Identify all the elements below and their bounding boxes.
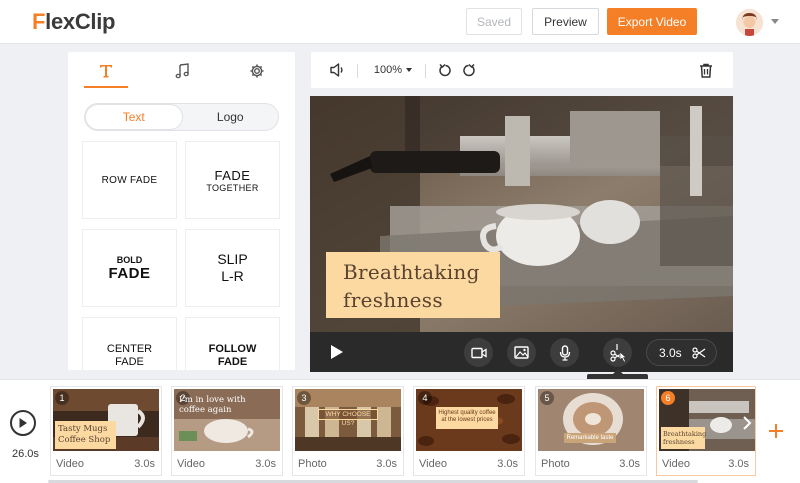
timeline-clip-3[interactable]: 3 WHY CHOOSE US? Photo 3.0s (292, 386, 404, 476)
undo-button[interactable] (435, 52, 455, 88)
export-video-button[interactable]: Export Video (607, 8, 697, 35)
clip-duration-label: 3.0s (659, 345, 682, 360)
split-scissors-icon (609, 343, 627, 362)
delete-button[interactable] (696, 52, 716, 88)
timeline-clip-4[interactable]: 4 Highest quality coffee at the lowest p… (413, 386, 525, 476)
flexclip-logo[interactable]: FlexClip (32, 9, 115, 35)
player-controls: 3.0s (310, 332, 733, 372)
clip-type: Photo (541, 458, 570, 470)
tile-bold-fade[interactable]: BOLD FADE (82, 229, 177, 307)
top-header: FlexClip Saved Preview Export Video (0, 0, 800, 44)
clip-overlay-text: Remarkable taste (564, 433, 616, 443)
add-clip-button[interactable] (767, 422, 785, 440)
music-icon (175, 63, 189, 79)
tile-center-fade[interactable]: CENTER FADE (82, 317, 177, 370)
text-logo-toggle: Text Logo (84, 103, 279, 131)
volume-button[interactable] (327, 52, 349, 88)
timeline: 26.0s 1 Tasty Mugs Coffee Shop Video 3.0… (0, 379, 800, 483)
play-icon (19, 418, 27, 428)
clip-number: 5 (540, 391, 554, 405)
tab-settings[interactable] (219, 52, 295, 90)
play-button[interactable] (330, 344, 344, 365)
timeline-clip-2[interactable]: 2 I'm in love with coffee again Video 3.… (171, 386, 283, 476)
timeline-play-button[interactable] (10, 410, 36, 436)
microphone-icon (559, 344, 570, 361)
clip-number: 3 (297, 391, 311, 405)
plus-icon (769, 424, 783, 438)
avatar-dropdown-icon[interactable] (771, 19, 779, 24)
clip-overlay-text: Breathtaking freshness (661, 427, 706, 449)
saved-button[interactable]: Saved (466, 8, 522, 35)
timeline-clip-1[interactable]: 1 Tasty Mugs Coffee Shop Video 3.0s (50, 386, 162, 476)
settings-icon (250, 64, 264, 78)
toolbar-divider (425, 64, 426, 78)
clip-duration: 3.0s (497, 458, 518, 470)
video-camera-icon (470, 347, 487, 358)
clip-duration: 3.0s (376, 458, 397, 470)
tab-music[interactable] (144, 52, 220, 90)
clip-type: Video (419, 458, 447, 470)
trash-icon (700, 63, 712, 78)
timeline-scroll-right[interactable] (742, 416, 752, 430)
tab-text[interactable] (68, 52, 144, 90)
canvas-toolbar: 100% (311, 52, 733, 88)
record-voice-button[interactable] (550, 338, 579, 367)
clip-type: Video (177, 458, 205, 470)
clip-type: Photo (298, 458, 327, 470)
clip-duration: 3.0s (619, 458, 640, 470)
timeline-clip-6[interactable]: 6 Breathtaking freshness Video 3.0s (656, 386, 756, 476)
add-image-button[interactable] (507, 338, 536, 367)
text-segment-button[interactable]: Text (85, 104, 183, 130)
undo-icon (438, 63, 451, 76)
clip-duration: 3.0s (728, 458, 749, 470)
clip-number: 4 (418, 391, 432, 405)
chevron-right-icon (743, 416, 752, 430)
tile-row-fade[interactable]: ROW FADE (82, 141, 177, 219)
timeline-clip-5[interactable]: 5 Remarkable taste Photo 3.0s (535, 386, 647, 476)
logo-segment-button[interactable]: Logo (183, 104, 279, 130)
caption-line-1: Breathtaking (343, 260, 480, 284)
play-icon (331, 345, 343, 359)
user-avatar[interactable] (736, 9, 763, 36)
tile-follow-fade[interactable]: FOLLOW FADE (185, 317, 280, 370)
clip-overlay-text: Highest quality coffee at the lowest pri… (436, 407, 498, 429)
caption-line-2: freshness (343, 288, 443, 312)
clip-type: Video (56, 458, 84, 470)
caption-text-box[interactable]: Breathtaking freshness (326, 252, 500, 318)
text-icon (99, 65, 112, 78)
clip-duration-control[interactable]: 3.0s (646, 339, 717, 366)
avatar-icon (736, 9, 763, 36)
panel-tabs (68, 52, 295, 90)
chevron-down-icon (406, 68, 413, 72)
redo-button[interactable] (458, 52, 478, 88)
clip-overlay-text: Tasty Mugs Coffee Shop (55, 421, 116, 449)
video-preview-stage[interactable]: Breathtaking freshness (310, 96, 733, 332)
scissors-icon (692, 346, 706, 359)
tile-slip-lr[interactable]: SLIP L-R (185, 229, 280, 307)
clip-overlay-text: WHY CHOOSE US? (318, 409, 378, 427)
zoom-dropdown[interactable]: 100% (369, 52, 417, 88)
total-duration: 26.0s (12, 448, 39, 460)
clip-duration: 3.0s (134, 458, 155, 470)
preview-button[interactable]: Preview (532, 8, 599, 35)
redo-icon (462, 63, 475, 76)
volume-icon (330, 63, 343, 77)
toolbar-divider (357, 64, 358, 78)
text-panel: Text Logo ROW FADE FADE TOGETHER BOLD FA… (68, 52, 295, 370)
tile-fade-together[interactable]: FADE TOGETHER (185, 141, 280, 219)
clip-duration: 3.0s (255, 458, 276, 470)
clip-number: 6 (661, 391, 675, 405)
split-video-button[interactable] (603, 338, 632, 367)
image-icon (514, 346, 529, 359)
clip-type: Video (662, 458, 690, 470)
clip-number: 1 (55, 391, 69, 405)
add-video-button[interactable] (464, 338, 493, 367)
clip-overlay-text: I'm in love with coffee again (179, 395, 246, 415)
